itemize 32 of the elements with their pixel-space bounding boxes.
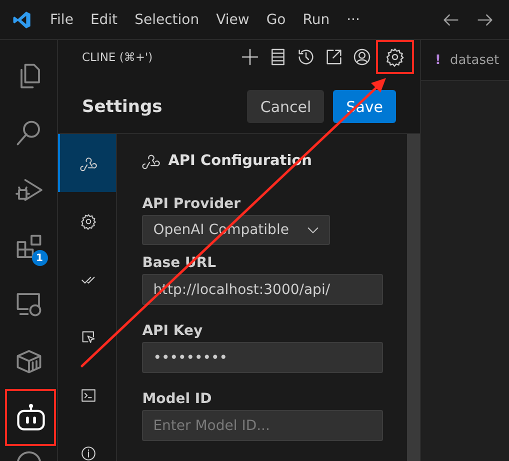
input-field[interactable]: ••••••••• <box>142 342 384 373</box>
activity-item[interactable]: 1 <box>0 218 58 275</box>
menu-item[interactable]: Edit <box>90 12 118 28</box>
popout-icon <box>324 47 344 67</box>
menu-item[interactable]: Go <box>266 12 286 28</box>
field-label: API Provider <box>142 196 240 212</box>
panel-title: CLINE (⌘+') <box>82 50 153 64</box>
plus-icon <box>240 47 260 67</box>
terminal-icon <box>80 386 97 404</box>
menu-item[interactable]: ··· <box>346 12 360 28</box>
field-label: API Key <box>142 323 203 339</box>
account-icon <box>352 47 372 67</box>
menu-item[interactable]: Selection <box>134 12 200 28</box>
menu-item[interactable]: Run <box>302 12 330 28</box>
cancel-button[interactable]: Cancel <box>247 90 324 123</box>
settings-icon <box>385 47 405 67</box>
toolbar-button[interactable] <box>376 40 414 74</box>
info-icon <box>80 444 97 461</box>
scrollbar[interactable] <box>407 134 420 461</box>
webhook-icon <box>142 152 160 170</box>
field-label: Model ID <box>142 391 212 407</box>
count-badge: 1 <box>32 250 48 266</box>
settings-icon <box>80 212 97 230</box>
activity-item[interactable] <box>5 389 56 446</box>
cursor-box-icon <box>80 328 97 346</box>
app-logo-icon <box>12 10 32 30</box>
settings-title: Settings <box>82 96 162 116</box>
history-icon <box>296 47 316 67</box>
menu-item[interactable]: File <box>50 12 74 28</box>
webhook-icon <box>80 154 97 172</box>
settings-tab[interactable] <box>58 134 116 192</box>
menu-item[interactable]: View <box>216 12 250 28</box>
